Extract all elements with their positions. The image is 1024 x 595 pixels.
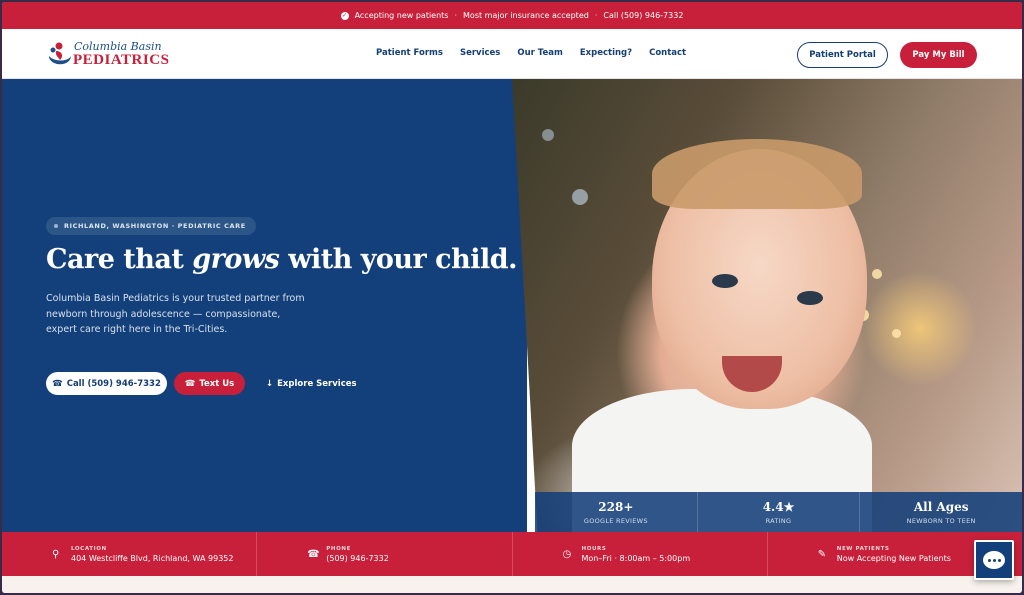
phone-icon: ☎ [184,378,196,389]
headline-end: with your child. [279,244,518,275]
separator: · [454,11,458,20]
explore-services-label: Explore Services [277,378,357,389]
announcement-bar: ✓ Accepting new patients · Most major in… [2,2,1022,29]
phone-icon: ☎ [307,548,320,560]
info-hours: ◷ HOURS Mon–Fri · 8:00am – 5:00pm [513,532,768,576]
info-key: PHONE [326,545,351,552]
location-badge: RICHLAND, WASHINGTON · PEDIATRIC CARE [46,217,256,235]
clock-icon: ◷ [562,548,572,560]
stat-value: All Ages [913,499,969,514]
browser-viewport: ✓ Accepting new patients · Most major in… [2,2,1022,593]
nav-item-expecting[interactable]: Expecting? [580,48,632,58]
new-patient-icon: ✎ [817,548,827,560]
nav-menu: Patient Forms Services Our Team Expectin… [376,48,686,58]
contact-info-bar: ⚲ LOCATION 404 Westcliffe Blvd, Richland,… [2,532,1022,576]
info-key: NEW PATIENTS [836,545,890,552]
nav-item-services[interactable]: Services [460,48,500,58]
nav-item-contact[interactable]: Contact [649,48,686,58]
phone-icon: ☎ [52,378,63,389]
info-value: Mon–Fri · 8:00am – 5:00pm [581,553,691,563]
location-badge-text: RICHLAND, WASHINGTON · PEDIATRIC CARE [64,222,246,230]
hero-baby-photo [512,79,1022,532]
stats-strip: 228+ GOOGLE REVIEWS 4.4★ RATING All Ages… [535,492,1022,532]
call-button[interactable]: ☎ Call (509) 946-7332 [46,372,167,395]
pay-my-bill-button[interactable]: Pay My Bill [900,42,977,68]
stat-label: RATING [765,516,792,525]
text-us-label: Text Us [199,378,235,389]
nav-item-our-team[interactable]: Our Team [517,48,562,58]
announcement-insurance: Most major insurance accepted [463,11,589,20]
info-value: 404 Westcliffe Blvd, Richland, WA 99352 [71,553,234,563]
arrow-down-icon: ↓ [266,378,274,389]
chat-widget-button[interactable] [974,540,1014,580]
hero-description: Columbia Basin Pediatrics is your truste… [46,293,305,335]
location-pin-icon: ⚲ [52,548,60,560]
chat-icon [983,551,1005,569]
explore-services-link[interactable]: ↓ Explore Services [266,372,357,395]
family-logo-icon [49,42,71,65]
info-location[interactable]: ⚲ LOCATION 404 Westcliffe Blvd, Richland,… [2,532,258,576]
stat-value: 228+ [598,499,634,514]
nav-item-patient-forms[interactable]: Patient Forms [376,48,443,58]
call-button-label: Call (509) 946-7332 [66,378,161,389]
info-key: LOCATION [71,545,107,552]
logo-text-pediatrics: PEDIATRICS [73,52,170,68]
stat-reviews: 228+ GOOGLE REVIEWS [535,492,698,532]
announcement-accepting: Accepting new patients [354,11,449,20]
text-us-button[interactable]: ☎ Text Us [174,372,245,395]
info-key: HOURS [581,545,607,552]
page-bottom-strip [2,576,1022,593]
stat-value: 4.4★ [762,499,795,514]
main-navigation: Columbia Basin PEDIATRICS Patient Forms … [2,29,1022,79]
headline-start: Care that [46,244,193,275]
separator: · [594,11,598,20]
announcement-phone-link[interactable]: Call (509) 946-7332 [603,11,683,20]
stat-ages: All Ages NEWBORN TO TEEN [860,492,1022,532]
check-icon: ✓ [340,11,349,20]
hero-headline: Care that grows with your child. [46,244,518,275]
info-value: (509) 946-7332 [326,553,389,563]
patient-portal-button[interactable]: Patient Portal [797,42,888,68]
info-value: Now Accepting New Patients [836,553,951,563]
stat-label: GOOGLE REVIEWS [583,516,648,525]
headline-emphasis: grows [192,244,280,275]
site-logo[interactable]: Columbia Basin PEDIATRICS [46,40,176,70]
stat-rating: 4.4★ RATING [698,492,861,532]
dot-icon [54,224,58,228]
info-phone[interactable]: ☎ PHONE (509) 946-7332 [257,532,513,576]
stat-label: NEWBORN TO TEEN [906,516,976,525]
